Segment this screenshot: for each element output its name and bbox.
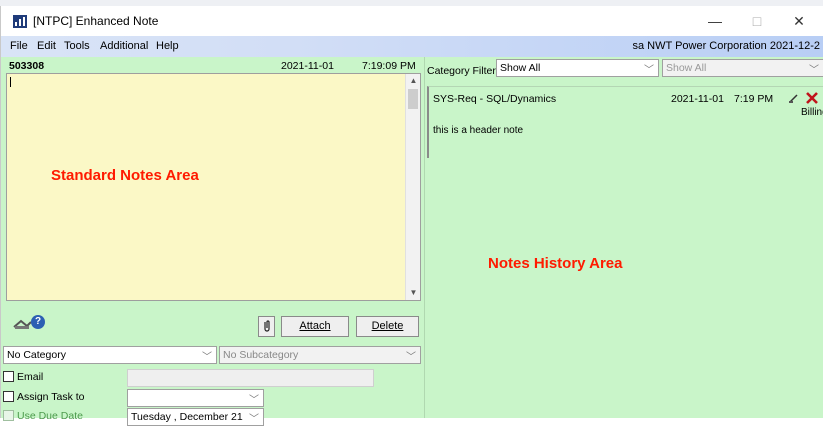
note-scrollbar[interactable]: ▲ ▼ (405, 74, 420, 300)
history-entry-billing: Billing (801, 107, 823, 118)
note-time: 7:19:09 PM (362, 60, 416, 72)
menu-edit[interactable]: Edit (37, 40, 56, 52)
email-checkbox[interactable] (3, 371, 14, 382)
chevron-down-icon: ﹀ (249, 395, 259, 406)
scroll-down-arrow-icon[interactable]: ▼ (406, 286, 421, 300)
email-field[interactable] (127, 369, 374, 387)
delete-button[interactable]: Delete (356, 316, 419, 337)
note-header: 503308 2021-11-01 7:19:09 PM (6, 59, 421, 73)
assign-task-label: Assign Task to (17, 391, 85, 403)
assign-task-row[interactable]: Assign Task to (3, 391, 85, 403)
standard-notes-panel: 503308 2021-11-01 7:19:09 PM ▲ ▼ Standar… (1, 57, 424, 426)
app-icon (13, 15, 27, 28)
history-entry-time: 7:19 PM (734, 93, 774, 105)
subcategory-filter-value: Show All (666, 62, 707, 74)
scroll-up-arrow-icon[interactable]: ▲ (406, 74, 421, 88)
history-entry[interactable]: SYS-Req - SQL/Dynamics 2021-11-01 7:19 P… (427, 86, 823, 158)
history-entry-body: this is a header note (433, 125, 524, 136)
use-due-date-checkbox[interactable] (3, 410, 14, 421)
chevron-down-icon: ﹀ (809, 65, 819, 76)
delete-x-icon[interactable] (805, 91, 819, 105)
enhanced-note-window: [NTPC] Enhanced Note — □ ✕ File Edit Too… (0, 6, 823, 426)
chevron-down-icon: ﹀ (406, 352, 416, 363)
category-select[interactable]: No Category ﹀ (3, 346, 217, 364)
paperclip-icon[interactable] (258, 316, 275, 337)
edit-icon[interactable] (788, 92, 800, 104)
window-title: [NTPC] Enhanced Note (33, 14, 159, 28)
note-tool-icons: ? (13, 315, 47, 331)
menu-file[interactable]: File (10, 40, 28, 52)
email-checkbox-row[interactable]: Email (3, 371, 43, 383)
menu-help[interactable]: Help (156, 40, 179, 52)
chevron-down-icon: ﹀ (644, 65, 654, 76)
category-value: No Category (7, 349, 66, 361)
menu-additional[interactable]: Additional (100, 40, 148, 52)
category-filter-select[interactable]: Show All ﹀ (496, 59, 659, 77)
subcategory-select[interactable]: No Subcategory ﹀ (219, 346, 421, 364)
user-company-date-status: sa NWT Power Corporation 2021-12-2 (632, 40, 821, 52)
due-date-picker[interactable]: Tuesday , December 21 ﹀ (127, 408, 264, 426)
title-bar: [NTPC] Enhanced Note — □ ✕ (1, 6, 823, 36)
chevron-down-icon: ﹀ (202, 352, 212, 363)
help-icon[interactable]: ? (31, 315, 45, 329)
attach-button[interactable]: Attach (281, 316, 349, 337)
email-label: Email (17, 371, 44, 383)
text-caret (10, 77, 11, 87)
menu-bar: File Edit Tools Additional Help sa NWT P… (1, 36, 823, 57)
standard-notes-area-label: Standard Notes Area (51, 167, 199, 184)
notes-history-panel: Category Filter Show All ﹀ Show All ﹀ SY… (424, 57, 823, 418)
scroll-thumb[interactable] (408, 89, 418, 109)
history-entry-title: SYS-Req - SQL/Dynamics (433, 93, 557, 105)
use-due-date-label: Use Due Date (17, 410, 83, 422)
subcategory-filter-select[interactable]: Show All ﹀ (662, 59, 823, 77)
note-id: 503308 (9, 60, 45, 72)
assign-task-select[interactable]: ﹀ (127, 389, 264, 407)
notes-history-area-label: Notes History Area (488, 255, 623, 272)
menu-tools[interactable]: Tools (64, 40, 90, 52)
minimize-button[interactable]: — (695, 10, 735, 32)
subcategory-value: No Subcategory (223, 349, 299, 361)
note-text-area[interactable]: ▲ ▼ (6, 73, 421, 301)
history-entry-date: 2021-11-01 (671, 93, 724, 105)
assign-task-checkbox[interactable] (3, 391, 14, 402)
category-filter-value: Show All (500, 62, 541, 74)
due-date-value: Tuesday , December 21 (131, 411, 243, 423)
category-filter-label: Category Filter (427, 65, 496, 77)
note-date: 2021-11-01 (281, 60, 334, 72)
close-button[interactable]: ✕ (779, 10, 819, 32)
use-due-date-row[interactable]: Use Due Date (3, 410, 83, 422)
maximize-button[interactable]: □ (737, 10, 777, 32)
